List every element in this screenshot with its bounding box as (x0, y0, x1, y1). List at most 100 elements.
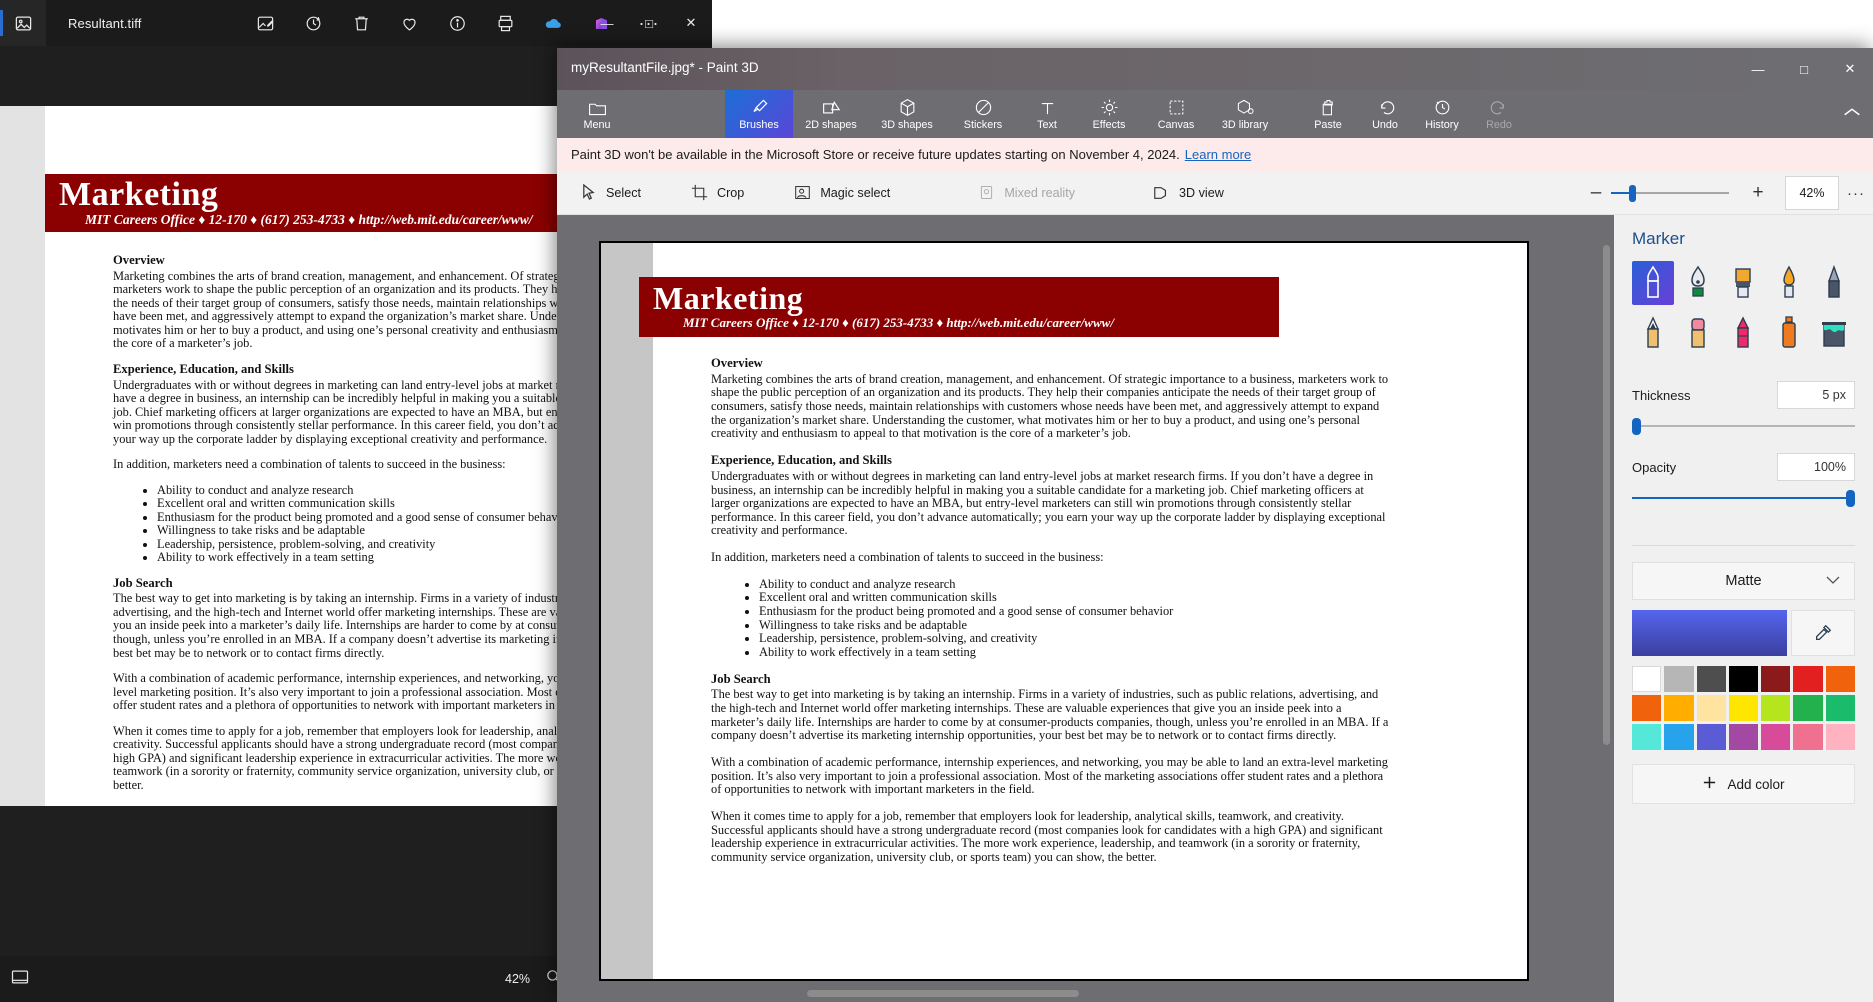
photos-close-button[interactable]: ✕ (670, 0, 712, 46)
learn-more-link[interactable]: Learn more (1185, 147, 1251, 162)
info-icon[interactable] (440, 6, 474, 40)
3d-view-button[interactable]: 3D view (1138, 171, 1237, 215)
delete-icon[interactable] (344, 6, 378, 40)
paint3d-minimize-button[interactable]: — (1735, 48, 1781, 90)
ribbon-canvas-button[interactable]: Canvas (1142, 90, 1210, 138)
document-banner: Marketing MIT Careers Office ♦ 12-170 ♦ … (639, 277, 1279, 337)
photos-maximize-button[interactable]: □ (628, 0, 670, 46)
zoom-slider-knob[interactable] (1629, 185, 1636, 202)
color-swatch[interactable] (1632, 724, 1662, 750)
canvas-horizontal-scrollbar[interactable] (807, 990, 1079, 997)
ribbon-menu-button[interactable]: Menu (563, 90, 631, 138)
marker-brush[interactable] (1632, 261, 1675, 305)
sub-label: Crop (717, 185, 745, 200)
color-swatch[interactable] (1793, 666, 1823, 692)
color-swatch[interactable] (1664, 695, 1694, 721)
paint3d-image-canvas[interactable]: Marketing MIT Careers Office ♦ 12-170 ♦ … (599, 241, 1529, 981)
thickness-slider[interactable] (1632, 418, 1855, 435)
thickness-slider-knob[interactable] (1632, 418, 1641, 435)
calligraphy-pen-brush[interactable] (1677, 261, 1719, 305)
pixel-pen-brush[interactable] (1813, 261, 1855, 305)
color-swatch[interactable] (1696, 695, 1726, 721)
color-swatch[interactable] (1696, 724, 1726, 750)
color-swatch[interactable] (1696, 666, 1726, 692)
ribbon-label: Canvas (1157, 119, 1195, 131)
color-swatch[interactable] (1825, 666, 1855, 692)
opacity-slider-fill (1632, 497, 1855, 499)
color-swatch[interactable] (1728, 724, 1759, 750)
paint3d-close-button[interactable]: ✕ (1827, 48, 1873, 90)
oil-brush[interactable] (1722, 261, 1764, 305)
color-swatch[interactable] (1761, 666, 1791, 692)
ribbon-3d-library-button[interactable]: 3D library (1207, 90, 1283, 138)
crop-tool-button[interactable]: Crop (676, 171, 757, 215)
ribbon-label: Stickers (963, 119, 1003, 131)
ribbon-brushes-button[interactable]: Brushes (725, 90, 793, 138)
ribbon-label: Menu (583, 119, 611, 131)
ribbon-3d-shapes-button[interactable]: 3D shapes (869, 90, 945, 138)
thickness-value[interactable]: 5 px (1777, 381, 1855, 409)
color-swatch[interactable] (1793, 724, 1823, 750)
canvas-icon (1167, 97, 1186, 117)
pencil-brush[interactable] (1632, 311, 1674, 355)
color-swatch[interactable] (1825, 724, 1855, 750)
color-swatch[interactable] (1664, 666, 1694, 692)
zoom-out-button[interactable]: – (1581, 182, 1611, 204)
chevron-up-icon[interactable] (1841, 104, 1863, 125)
paint3d-title: myResultantFile.jpg* - Paint 3D (571, 60, 759, 75)
color-swatch[interactable] (1632, 695, 1662, 721)
ribbon-stickers-button[interactable]: Stickers (949, 90, 1017, 138)
canvas-vertical-scrollbar[interactable] (1603, 245, 1610, 745)
ribbon-redo-button: Redo (1465, 90, 1533, 138)
photos-minimize-button[interactable]: — (586, 0, 628, 46)
color-swatch[interactable] (1825, 695, 1855, 721)
spray-can-brush[interactable] (1768, 311, 1810, 355)
rotate-icon[interactable] (296, 6, 330, 40)
fit-to-window-icon[interactable] (10, 967, 30, 992)
color-swatch[interactable] (1761, 724, 1791, 750)
material-dropdown[interactable]: Matte (1632, 562, 1855, 600)
crayon-brush[interactable] (1722, 311, 1764, 355)
banner-message: Paint 3D won't be available in the Micro… (571, 147, 1180, 162)
zoom-level-value[interactable]: 42% (1785, 176, 1839, 210)
thickness-row: Thickness 5 px (1632, 381, 1855, 409)
current-color-swatch[interactable] (1632, 610, 1787, 656)
color-swatch[interactable] (1728, 695, 1759, 721)
print-icon[interactable] (488, 6, 522, 40)
add-color-button[interactable]: Add color (1632, 764, 1855, 804)
opacity-value[interactable]: 100% (1777, 453, 1855, 481)
color-swatch[interactable] (1632, 666, 1662, 692)
paint3d-maximize-button[interactable]: □ (1781, 48, 1827, 90)
photos-zoom-level: 42% (505, 972, 531, 986)
eraser-brush[interactable] (1677, 311, 1719, 355)
color-swatch[interactable] (1728, 666, 1759, 692)
select-tool-button[interactable]: Select (565, 171, 654, 215)
edit-image-icon[interactable] (248, 6, 282, 40)
ribbon-label: Brushes (739, 119, 779, 131)
3d-library-icon (1236, 97, 1255, 117)
fill-bucket-brush[interactable] (1813, 311, 1855, 355)
favorite-icon[interactable] (392, 6, 426, 40)
zoom-slider[interactable] (1611, 185, 1729, 202)
paint3d-canvas-area[interactable]: Marketing MIT Careers Office ♦ 12-170 ♦ … (557, 215, 1614, 1002)
zoom-in-button[interactable]: + (1743, 182, 1773, 204)
color-swatch[interactable] (1761, 695, 1791, 721)
watercolor-brush[interactable] (1768, 261, 1810, 305)
opacity-label: Opacity (1632, 459, 1677, 475)
eyedropper-icon[interactable] (1791, 610, 1855, 656)
ribbon-text-button[interactable]: Text (1013, 90, 1081, 138)
magic-select-tool-button[interactable]: Magic select (779, 171, 903, 215)
more-options-icon[interactable]: ··· (1839, 185, 1873, 202)
ribbon-effects-button[interactable]: Effects (1075, 90, 1143, 138)
photos-file-title: Resultant.tiff (68, 15, 142, 31)
sub-label: Mixed reality (1004, 185, 1075, 200)
color-swatch[interactable] (1664, 724, 1694, 750)
sub-label: Select (606, 185, 642, 200)
onedrive-icon[interactable] (536, 6, 570, 40)
color-swatch[interactable] (1793, 695, 1823, 721)
opacity-slider-knob[interactable] (1846, 490, 1855, 507)
opacity-slider[interactable] (1632, 490, 1855, 507)
ribbon-2d-shapes-button[interactable]: 2D shapes (793, 90, 869, 138)
paint3d-titlebar[interactable]: myResultantFile.jpg* - Paint 3D — □ ✕ (557, 48, 1873, 90)
history-icon (1433, 97, 1452, 117)
